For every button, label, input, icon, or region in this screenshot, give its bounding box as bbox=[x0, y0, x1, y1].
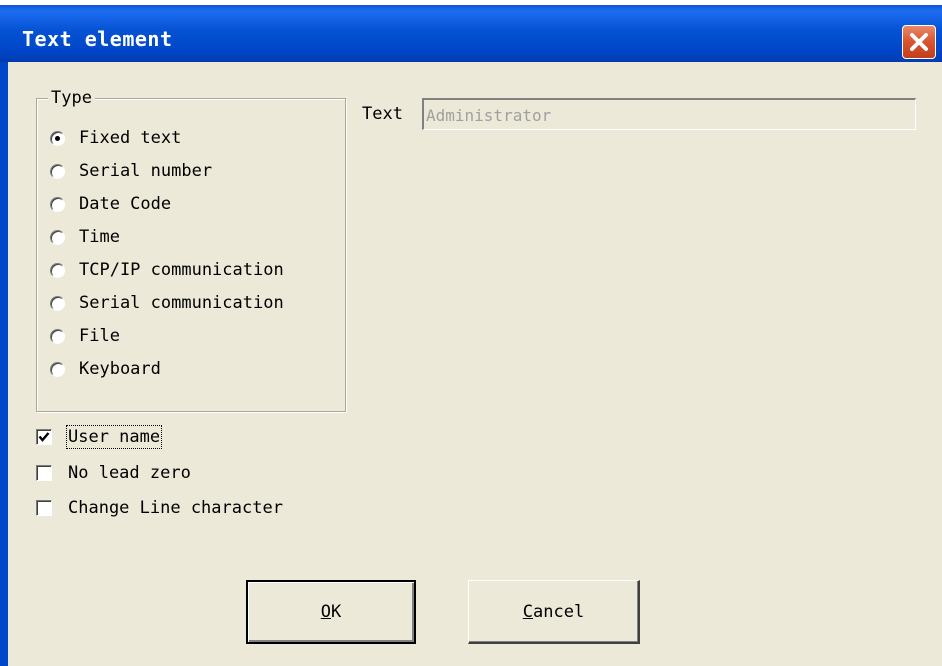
text-input[interactable]: Administrator bbox=[422, 98, 916, 130]
type-group-title: Type bbox=[48, 88, 95, 108]
radio-button[interactable] bbox=[50, 229, 65, 245]
radio-label: Serial communication bbox=[79, 293, 284, 313]
checkbox-change-line-character[interactable]: Change Line character bbox=[36, 495, 283, 521]
checkbox-checked[interactable] bbox=[36, 429, 52, 445]
cancel-button[interactable]: Cancel bbox=[468, 580, 640, 644]
window-title: Text element bbox=[22, 27, 173, 51]
radio-keyboard[interactable]: Keyboard bbox=[50, 357, 161, 381]
cancel-button-mnemonic: C bbox=[522, 601, 534, 622]
radio-button[interactable] bbox=[50, 361, 65, 377]
radio-fixed-text[interactable]: Fixed text bbox=[50, 126, 181, 150]
close-icon bbox=[903, 26, 935, 58]
radio-serial-number[interactable]: Serial number bbox=[50, 159, 212, 183]
radio-label: Time bbox=[79, 227, 120, 247]
window-left-border bbox=[0, 62, 8, 666]
checkbox-unchecked[interactable] bbox=[36, 500, 52, 516]
title-bar[interactable]: Text element bbox=[0, 5, 942, 62]
radio-label: TCP/IP communication bbox=[79, 260, 284, 280]
ok-button-label: K bbox=[331, 602, 342, 622]
ok-button[interactable]: OK bbox=[246, 580, 416, 644]
close-button[interactable] bbox=[902, 25, 936, 59]
radio-date-code[interactable]: Date Code bbox=[50, 192, 171, 216]
radio-button[interactable] bbox=[50, 262, 65, 278]
checkbox-label: User name bbox=[65, 425, 163, 449]
radio-button[interactable] bbox=[50, 196, 65, 212]
ok-button-mnemonic: O bbox=[320, 602, 331, 622]
radio-label: Keyboard bbox=[79, 359, 161, 379]
checkbox-user-name[interactable]: User name bbox=[36, 424, 163, 450]
radio-tcpip-communication[interactable]: TCP/IP communication bbox=[50, 258, 284, 282]
radio-label: Serial number bbox=[79, 161, 213, 181]
radio-button[interactable] bbox=[50, 163, 65, 179]
radio-label: Fixed text bbox=[79, 128, 182, 148]
radio-button[interactable] bbox=[50, 328, 65, 344]
radio-label: File bbox=[79, 326, 120, 346]
checkbox-unchecked[interactable] bbox=[36, 465, 52, 481]
radio-time[interactable]: Time bbox=[50, 225, 120, 249]
radio-button-checked[interactable] bbox=[50, 130, 65, 146]
checkbox-label: No lead zero bbox=[68, 463, 191, 483]
checkbox-no-lead-zero[interactable]: No lead zero bbox=[36, 460, 191, 486]
text-field-label: Text bbox=[362, 104, 403, 124]
checkbox-label: Change Line character bbox=[68, 498, 283, 518]
radio-serial-communication[interactable]: Serial communication bbox=[50, 291, 284, 315]
radio-file[interactable]: File bbox=[50, 324, 120, 348]
radio-label: Date Code bbox=[79, 194, 172, 214]
cancel-button-label: ancel bbox=[533, 601, 585, 622]
radio-button[interactable] bbox=[50, 295, 65, 311]
text-element-dialog: Text element Type Fixed text Serial numb… bbox=[0, 0, 942, 666]
